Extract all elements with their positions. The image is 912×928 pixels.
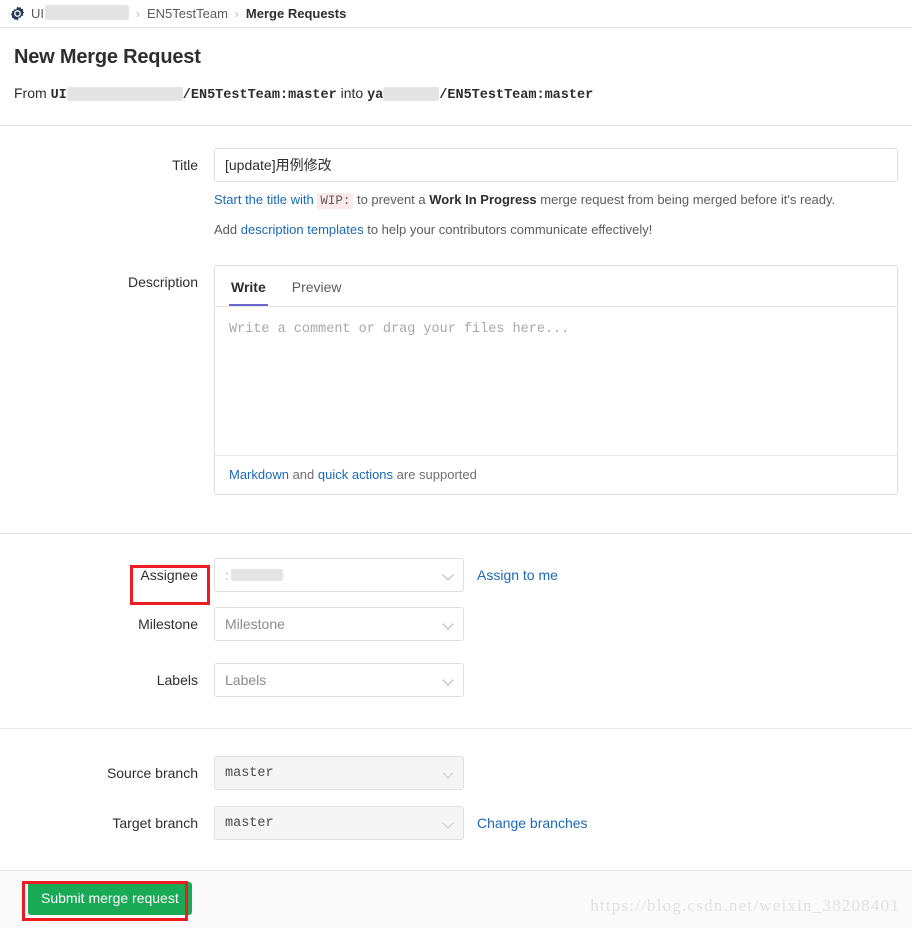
- metadata-section: Assignee : Assign to me Milestone Milest…: [0, 558, 912, 697]
- tab-write[interactable]: Write: [229, 279, 268, 306]
- assignee-select-wrap: :: [214, 558, 464, 592]
- divider-top: [0, 125, 912, 126]
- divider-middle: [0, 533, 912, 534]
- source-branch-select-wrap: master: [214, 756, 464, 790]
- description-templates-link[interactable]: description templates: [241, 222, 364, 237]
- assign-to-me-link[interactable]: Assign to me: [477, 558, 558, 592]
- labels-select-wrap: Labels: [214, 663, 464, 697]
- source-branch-row: Source branch master: [14, 756, 898, 790]
- change-branches-link[interactable]: Change branches: [477, 806, 588, 840]
- source-branch-label: Source branch: [106, 765, 198, 781]
- wip-code: WIP:: [317, 193, 354, 209]
- target-branch-select-wrap: master: [214, 806, 464, 840]
- redacted-source-project: [66, 86, 183, 101]
- milestone-row: Milestone Milestone: [14, 607, 898, 641]
- watermark: https://blog.csdn.net/weixin_38208401: [590, 896, 900, 915]
- description-placeholder: Write a comment or drag your files here.…: [229, 322, 570, 337]
- labels-row: Labels Labels: [14, 663, 898, 697]
- source-project-prefix: UI: [50, 88, 67, 103]
- gear-icon: [10, 6, 25, 21]
- description-tabs: Write Preview: [215, 266, 897, 307]
- target-branch-label: Target branch: [112, 815, 198, 831]
- submit-merge-request-button[interactable]: Submit merge request: [28, 882, 192, 915]
- breadcrumb-separator-1: ›: [136, 6, 140, 21]
- from-word: From: [14, 85, 47, 101]
- target-branch-row: Target branch master Change branches: [14, 806, 898, 840]
- description-editor: Write Preview Write a comment or drag yo…: [214, 265, 898, 495]
- templates-hint: Add description templates to help your c…: [214, 220, 898, 240]
- breadcrumb-project-label: UI: [31, 6, 44, 21]
- branches-section: Source branch master Target branch maste…: [0, 756, 912, 840]
- wip-hint-mid: to prevent a: [353, 192, 430, 207]
- assignee-label: Assignee: [140, 567, 198, 583]
- title-input[interactable]: [214, 148, 898, 182]
- assignee-row: Assignee : Assign to me: [14, 558, 898, 592]
- source-branch-select: master: [214, 756, 464, 790]
- target-project-prefix: ya: [367, 88, 384, 103]
- milestone-select[interactable]: Milestone: [214, 607, 464, 641]
- footer-and-word: and: [288, 467, 318, 482]
- title-row: Title Start the title with WIP: to preve…: [14, 148, 898, 240]
- target-branch-path: /EN5TestTeam:master: [439, 88, 594, 103]
- tab-preview[interactable]: Preview: [290, 279, 344, 306]
- redacted-target-project: [383, 86, 440, 101]
- footer-tail: are supported: [393, 467, 477, 482]
- description-textarea[interactable]: Write a comment or drag your files here.…: [215, 307, 897, 455]
- templates-hint-lead: Add: [214, 222, 241, 237]
- templates-hint-tail: to help your contributors communicate ef…: [363, 222, 653, 237]
- milestone-select-wrap: Milestone: [214, 607, 464, 641]
- breadcrumb: UI › EN5TestTeam › Merge Requests: [0, 0, 912, 28]
- breadcrumb-current: Merge Requests: [245, 6, 347, 21]
- source-branch-path: /EN5TestTeam:master: [182, 88, 337, 103]
- page-title: New Merge Request: [14, 46, 201, 68]
- branch-summary: From UI/EN5TestTeam:master into ya/EN5Te…: [14, 85, 898, 103]
- merge-request-page: UI › EN5TestTeam › Merge Requests New Me…: [0, 0, 912, 928]
- wip-hint-strong: Work In Progress: [429, 192, 537, 207]
- redacted-project-name: [45, 5, 129, 20]
- description-footer: Markdown and quick actions are supported: [215, 455, 897, 494]
- milestone-label: Milestone: [138, 616, 198, 632]
- labels-label: Labels: [156, 672, 198, 688]
- wip-hint-tail: merge request from being merged before i…: [536, 192, 836, 207]
- wip-hint: Start the title with WIP: to prevent a W…: [214, 190, 898, 211]
- redacted-assignee-name: [230, 569, 283, 581]
- merge-request-form: Title Start the title with WIP: to preve…: [0, 148, 912, 495]
- wip-hint-link[interactable]: Start the title with: [214, 192, 314, 207]
- target-branch-select: master: [214, 806, 464, 840]
- title-label: Title: [172, 157, 198, 173]
- breadcrumb-group-link[interactable]: EN5TestTeam: [147, 6, 228, 21]
- into-word: into: [340, 85, 364, 101]
- breadcrumb-project-link[interactable]: UI: [31, 6, 44, 21]
- description-row: Description Write Preview Write a commen…: [14, 265, 898, 495]
- merge-request-header: New Merge Request From UI/EN5TestTeam:ma…: [0, 28, 912, 103]
- labels-select[interactable]: Labels: [214, 663, 464, 697]
- markdown-link[interactable]: Markdown: [229, 467, 289, 482]
- description-label: Description: [127, 274, 198, 290]
- breadcrumb-separator-2: ›: [234, 6, 239, 21]
- assignee-select[interactable]: :: [214, 558, 464, 592]
- divider-branches: [0, 728, 912, 729]
- quick-actions-link[interactable]: quick actions: [318, 467, 393, 482]
